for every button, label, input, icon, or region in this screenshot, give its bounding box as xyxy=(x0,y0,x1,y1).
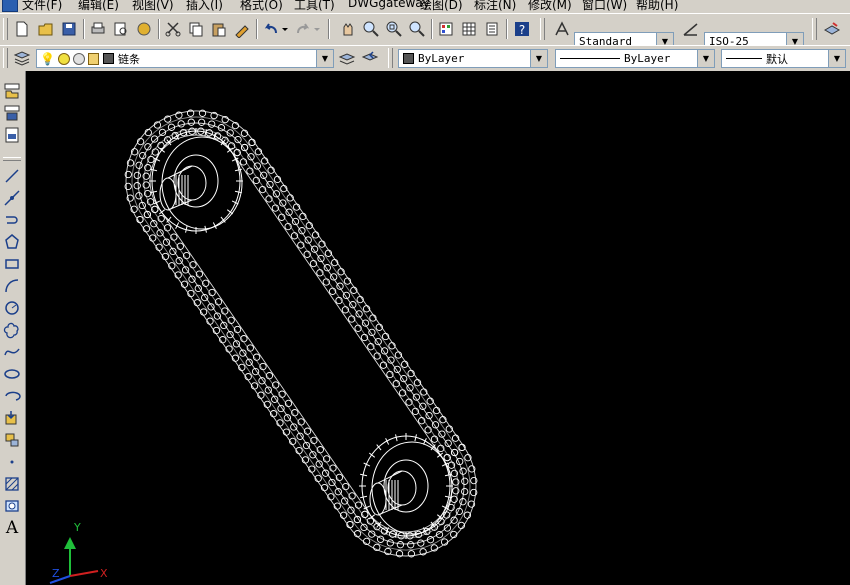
new-icon[interactable] xyxy=(12,19,32,39)
layer-value: 链条 xyxy=(117,52,140,66)
revision-cloud-icon[interactable] xyxy=(2,320,22,340)
construction-line-icon[interactable] xyxy=(2,188,22,208)
zoom-realtime-icon[interactable] xyxy=(361,19,381,39)
design-center-icon[interactable] xyxy=(459,19,479,39)
chevron-down-icon[interactable]: ▼ xyxy=(316,50,333,67)
menu-file[interactable]: 文件(F) xyxy=(22,0,62,12)
help-icon[interactable]: ? xyxy=(512,19,532,39)
ellipse-arc-icon[interactable] xyxy=(2,386,22,406)
lineweight-value: 默认 xyxy=(766,52,788,66)
freeze-viewport-icon[interactable] xyxy=(72,52,85,65)
paste-icon[interactable] xyxy=(209,19,229,39)
menu-view[interactable]: 视图(V) xyxy=(132,0,174,12)
open-icon[interactable] xyxy=(36,19,56,39)
menu-window[interactable]: 窗口(W) xyxy=(582,0,627,12)
spline-icon[interactable] xyxy=(2,342,22,362)
layer-select[interactable]: 💡 链条 ▼ xyxy=(36,49,334,68)
zoom-previous-icon[interactable] xyxy=(407,19,427,39)
polygon-icon[interactable] xyxy=(2,232,22,252)
dwg-open-icon[interactable] xyxy=(2,81,22,101)
arc-icon[interactable] xyxy=(2,276,22,296)
ucs-z-label: Z xyxy=(52,567,60,580)
point-icon[interactable] xyxy=(2,452,22,472)
menu-draw[interactable]: 绘图(D) xyxy=(420,0,463,12)
menu-modify[interactable]: 修改(M) xyxy=(528,0,572,12)
light-bulb-icon[interactable]: 💡 xyxy=(40,52,55,66)
layer-states-icon[interactable] xyxy=(822,19,842,39)
lock-icon[interactable] xyxy=(87,52,99,65)
insert-block-icon[interactable] xyxy=(2,408,22,428)
match-properties-icon[interactable] xyxy=(232,19,252,39)
hatch-icon[interactable] xyxy=(2,474,22,494)
ellipse-icon[interactable] xyxy=(2,364,22,384)
chevron-down-icon[interactable]: ▼ xyxy=(530,50,547,67)
make-block-icon[interactable] xyxy=(2,430,22,450)
menu-tools[interactable]: 工具(T) xyxy=(294,0,335,12)
linetype-value: ByLayer xyxy=(624,52,671,65)
draw-toolbar: A xyxy=(0,71,26,585)
print-preview-icon[interactable] xyxy=(111,19,131,39)
dim-style-icon[interactable] xyxy=(681,19,701,39)
make-current-layer-icon[interactable] xyxy=(337,48,357,68)
zoom-window-icon[interactable] xyxy=(384,19,404,39)
chain-belt xyxy=(124,109,478,558)
linetype-select[interactable]: ByLayer ▼ xyxy=(555,49,715,68)
standard-toolbar: ? Standard ▼ ISO-25 ▼ xyxy=(0,13,850,51)
menu-insert[interactable]: 插入(I) xyxy=(186,0,223,12)
drawing-canvas[interactable]: Y X Z xyxy=(26,71,850,585)
dwg-save-icon[interactable] xyxy=(2,103,22,123)
rectangle-icon[interactable] xyxy=(2,254,22,274)
toolbar-grip[interactable] xyxy=(3,18,8,40)
menu-edit[interactable]: 编辑(E) xyxy=(78,0,119,12)
menu-format[interactable]: 格式(O) xyxy=(240,0,283,12)
color-select[interactable]: ByLayer ▼ xyxy=(398,49,548,68)
properties-icon[interactable] xyxy=(436,19,456,39)
print-icon[interactable] xyxy=(88,19,108,39)
color-value: ByLayer xyxy=(418,52,465,65)
color-swatch xyxy=(403,53,414,64)
undo-icon[interactable] xyxy=(261,19,281,39)
chain-drive-drawing: Y X Z xyxy=(49,109,478,584)
redo-icon[interactable] xyxy=(293,19,313,39)
menu-bar: 文件(F) 编辑(E) 视图(V) 插入(I) 格式(O) 工具(T) DWGg… xyxy=(0,0,850,12)
text-style-icon[interactable] xyxy=(552,19,572,39)
menu-help[interactable]: 帮助(H) xyxy=(636,0,678,12)
ucs-x-label: X xyxy=(100,567,108,580)
pan-icon[interactable] xyxy=(338,19,358,39)
chevron-down-icon[interactable]: ▼ xyxy=(828,50,845,67)
linetype-sample xyxy=(560,58,620,59)
layer-manager-icon[interactable] xyxy=(12,48,32,68)
tool-palettes-icon[interactable] xyxy=(482,19,502,39)
layer-previous-icon[interactable] xyxy=(360,48,380,68)
line-icon[interactable] xyxy=(2,166,22,186)
redo-dropdown-icon[interactable] xyxy=(312,19,322,39)
text-tool-icon[interactable]: A xyxy=(2,518,22,538)
circle-icon[interactable] xyxy=(2,298,22,318)
app-icon[interactable] xyxy=(2,0,18,12)
svg-text:?: ? xyxy=(519,23,525,37)
ucs-icon: Y X Z xyxy=(49,521,108,584)
ucs-y-label: Y xyxy=(73,521,81,534)
dwg-pdf-icon[interactable] xyxy=(2,125,22,145)
layer-color-swatch xyxy=(102,53,114,64)
chevron-down-icon[interactable]: ▼ xyxy=(697,50,714,67)
layers-toolbar: 💡 链条 ▼ ByLayer ▼ ByLayer ▼ 默认 ▼ xyxy=(0,45,850,72)
sun-icon[interactable] xyxy=(57,52,70,65)
menu-dimension[interactable]: 标注(N) xyxy=(474,0,516,12)
undo-dropdown-icon[interactable] xyxy=(280,19,290,39)
lineweight-sample xyxy=(726,58,762,59)
region-icon[interactable] xyxy=(2,496,22,516)
polyline-icon[interactable] xyxy=(2,210,22,230)
save-icon[interactable] xyxy=(59,19,79,39)
cut-icon[interactable] xyxy=(163,19,183,39)
copy-icon[interactable] xyxy=(186,19,206,39)
publish-icon[interactable] xyxy=(134,19,154,39)
menu-dwggateway[interactable]: DWGgateway xyxy=(348,0,430,10)
lineweight-select[interactable]: 默认 ▼ xyxy=(721,49,846,68)
